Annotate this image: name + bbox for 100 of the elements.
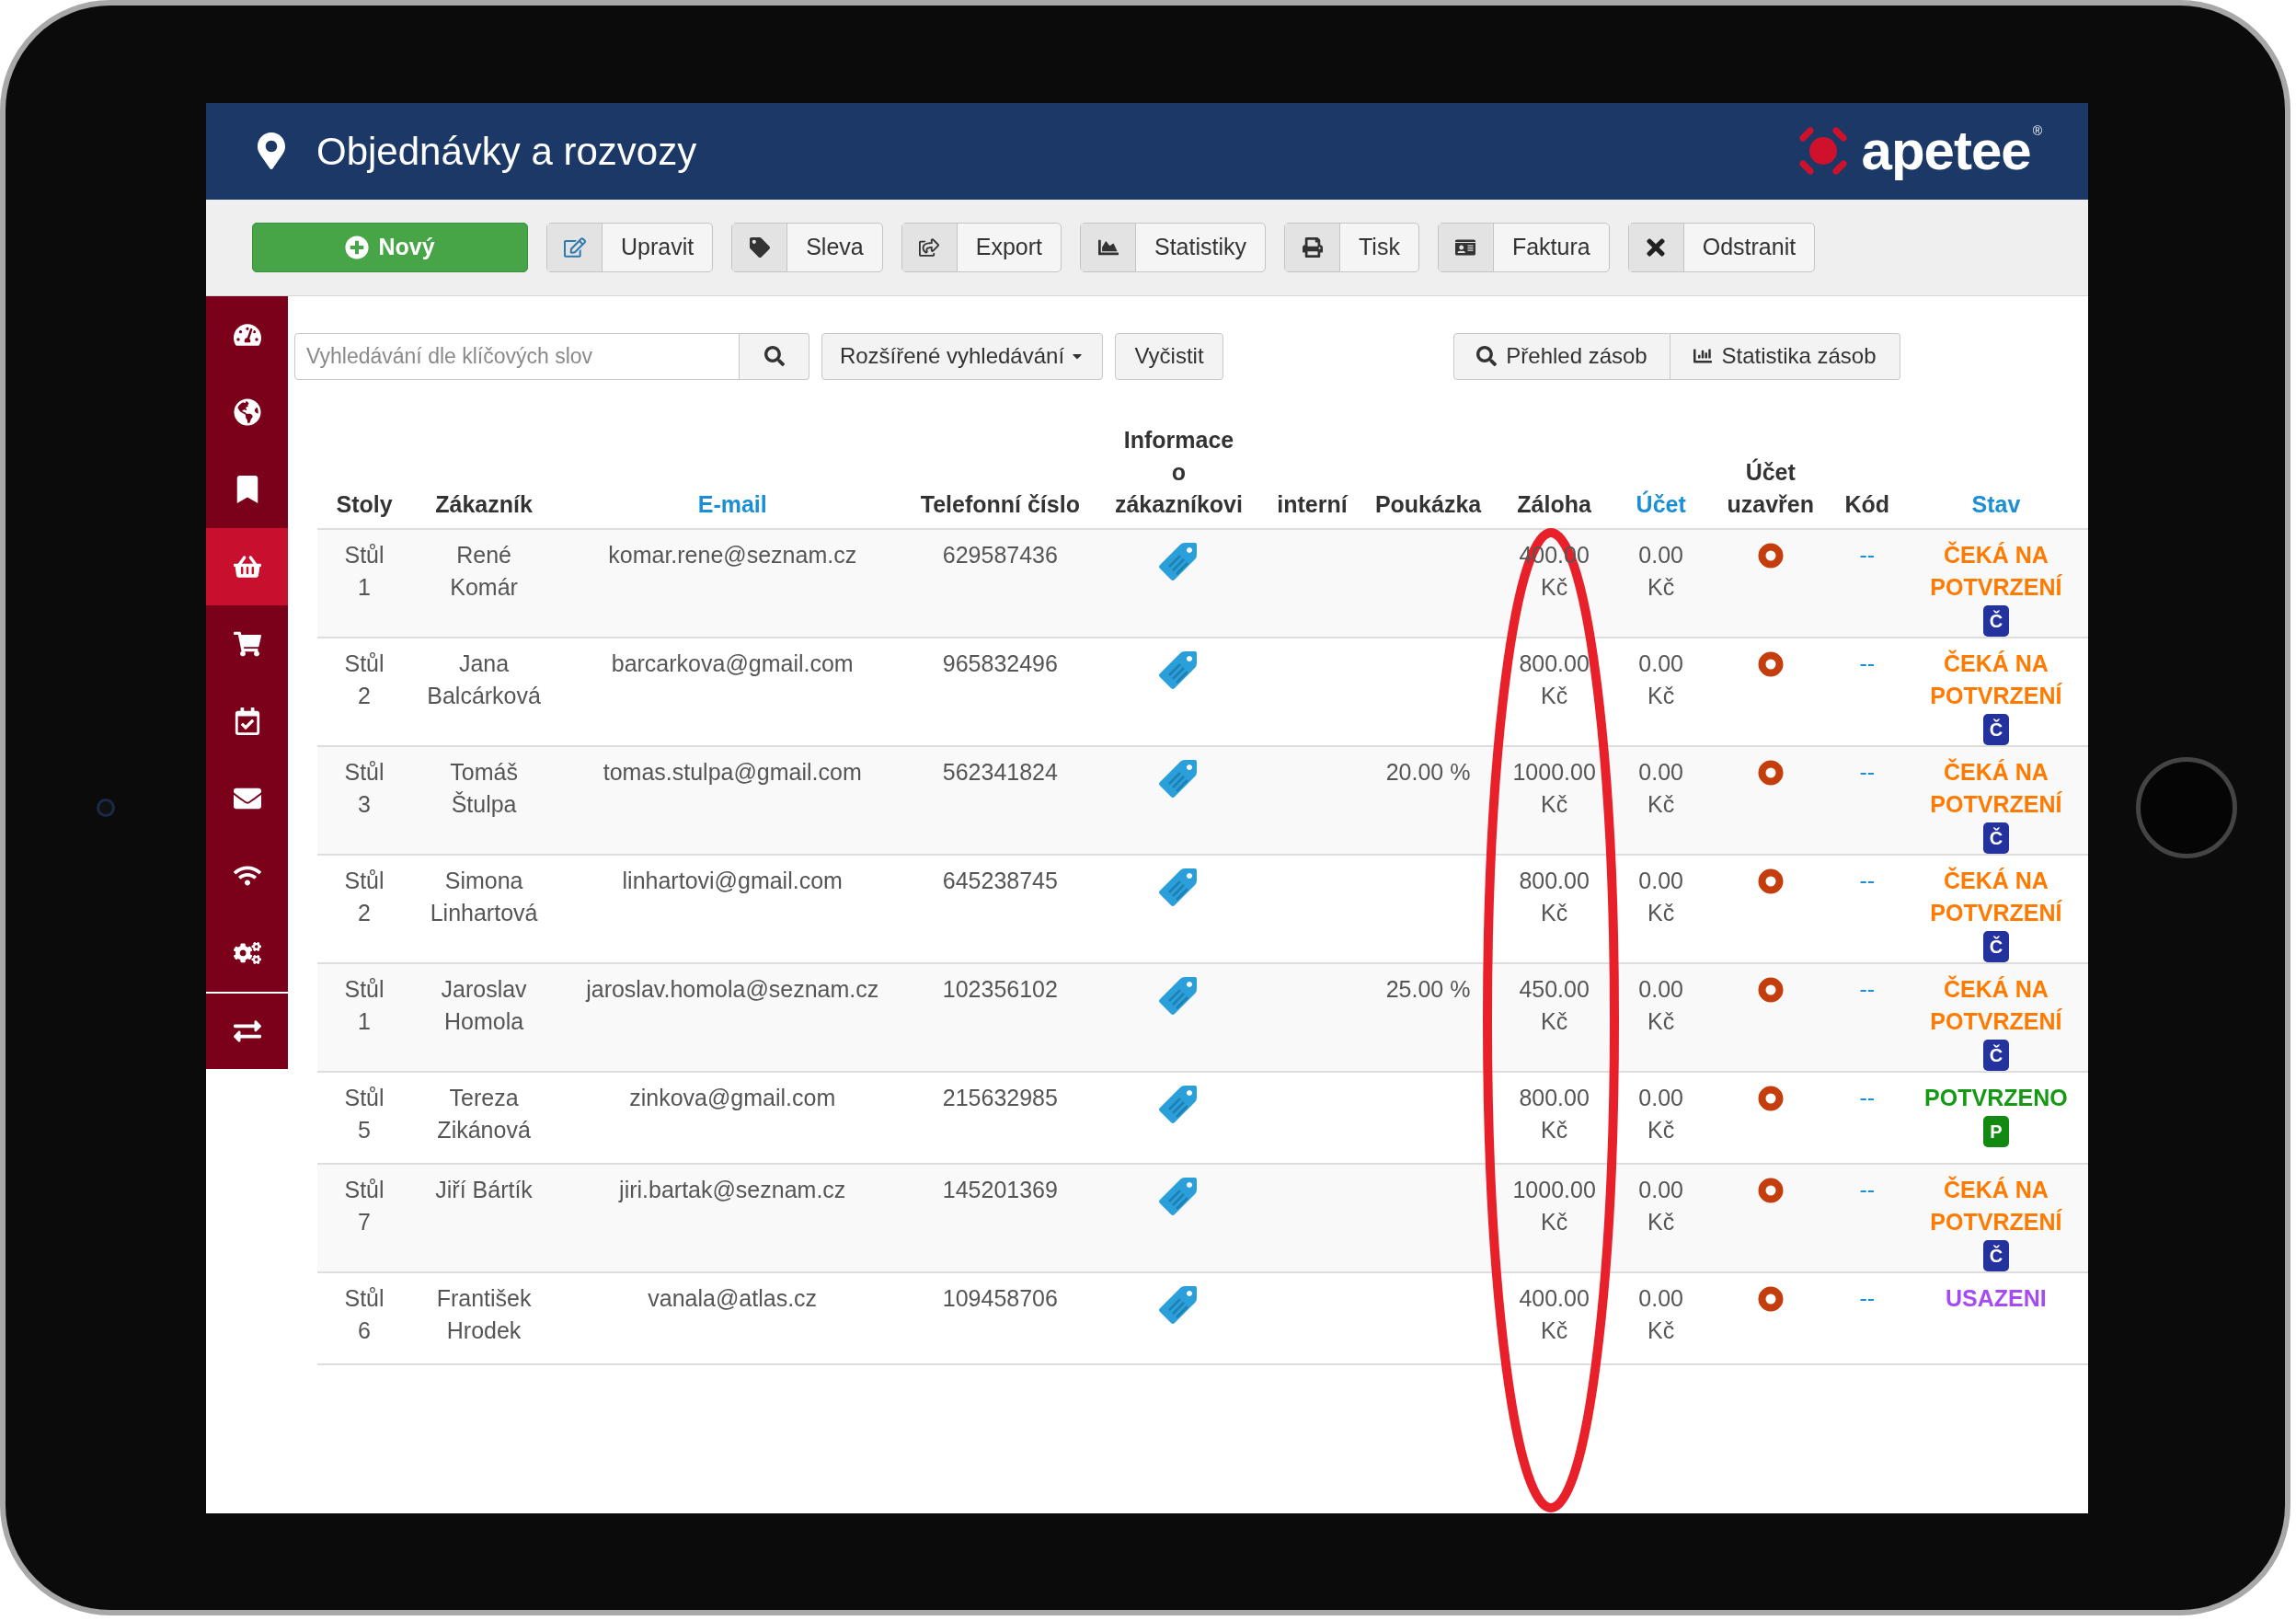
column-header: Kód xyxy=(1844,490,1890,517)
table-cell-text: Stůl 7 xyxy=(343,1175,385,1236)
search-icon xyxy=(1476,346,1498,366)
toolbar-button[interactable]: Export xyxy=(901,222,1062,272)
record-icon xyxy=(1757,868,1784,894)
record-icon xyxy=(1757,976,1784,1003)
search-button[interactable] xyxy=(740,332,809,380)
table-cell: 109458706 xyxy=(942,1284,1058,1311)
table-cell: -- xyxy=(1859,541,1876,568)
column-header: Účet uzavřen xyxy=(1727,458,1814,517)
table-cell: 629587436 xyxy=(942,541,1058,568)
page-title: Objednávky a rozvozy xyxy=(316,128,697,175)
location-pin-icon xyxy=(258,132,285,169)
status-badge: Č xyxy=(1982,604,2009,637)
column-header: interní xyxy=(1277,490,1348,517)
advanced-search-button[interactable]: Rozšířené vyhledávání xyxy=(821,332,1103,380)
record-icon xyxy=(1757,1085,1784,1111)
table-cell-text: 800.00 Kč xyxy=(1518,1083,1590,1144)
table-cell: jiri.bartak@seznam.cz xyxy=(619,1176,846,1202)
table-cell: Jana Balcárková xyxy=(427,650,541,708)
table-cell: vanala@atlas.cz xyxy=(648,1284,818,1311)
table-cell: 102356102 xyxy=(942,975,1058,1002)
table-cell-text: Stůl 3 xyxy=(343,757,385,819)
toolbar-button[interactable]: Sleva xyxy=(731,222,883,272)
table-cell-text: 0.00 Kč xyxy=(1637,540,1684,602)
status-label: USAZENI xyxy=(1946,1283,2047,1313)
table-cell-text: 450.00 Kč xyxy=(1518,974,1590,1036)
table-cell: tomas.stulpa@gmail.com xyxy=(603,758,862,785)
id-card-icon xyxy=(1455,236,1476,258)
record-icon xyxy=(1757,542,1784,569)
table-cell-text: Stůl 1 xyxy=(343,540,385,602)
table-cell-text: Stůl 2 xyxy=(343,866,385,927)
table-cell-text: 0.00 Kč xyxy=(1637,1283,1684,1345)
status-label: ČEKÁ NA POTVRZENÍ xyxy=(1929,974,2063,1036)
table-cell: jaroslav.homola@seznam.cz xyxy=(586,975,879,1002)
table-cell: -- xyxy=(1859,867,1876,893)
edit-icon xyxy=(563,236,586,259)
search-icon xyxy=(763,346,785,366)
table-cell: linhartovi@gmail.com xyxy=(622,867,843,893)
column-header[interactable]: E-mail xyxy=(697,490,767,517)
table-cell-text: Stůl 5 xyxy=(343,1083,385,1144)
stock-statistics-button[interactable]: Statistika zásob xyxy=(1670,332,1900,380)
table-cell-text: 0.00 Kč xyxy=(1637,1175,1684,1236)
toolbar-button[interactable]: Tisk xyxy=(1284,222,1419,272)
table-cell-text: 0.00 Kč xyxy=(1637,649,1684,710)
table-cell: -- xyxy=(1859,650,1876,676)
table-cell-text: 1000.00 Kč xyxy=(1511,757,1597,819)
stock-overview-button[interactable]: Přehled zásob xyxy=(1453,332,1670,380)
status-badge: Č xyxy=(1982,1239,2009,1271)
table-cell: Tereza Zikánová xyxy=(437,1084,531,1143)
table-cell: 965832496 xyxy=(942,650,1058,676)
table-cell-text: 1000.00 Kč xyxy=(1511,1175,1597,1236)
status-label: ČEKÁ NA POTVRZENÍ xyxy=(1929,540,2063,602)
column-header: Poukázka xyxy=(1374,490,1482,517)
table-cell-text: 800.00 Kč xyxy=(1518,866,1590,927)
record-icon xyxy=(1757,1285,1784,1312)
status-label: ČEKÁ NA POTVRZENÍ xyxy=(1929,757,2063,819)
table-cell-text: Stůl 6 xyxy=(343,1283,385,1345)
table-cell: -- xyxy=(1859,1084,1876,1110)
cart-icon xyxy=(233,629,261,658)
table-cell: Jaroslav Homola xyxy=(441,975,527,1034)
print-icon xyxy=(1302,236,1323,258)
table-cell-text: Stůl 2 xyxy=(343,649,385,710)
column-header[interactable]: Stav xyxy=(1971,490,2021,517)
table-cell: -- xyxy=(1859,1176,1876,1202)
toolbar-button[interactable]: Odstranit xyxy=(1627,222,1816,272)
record-icon xyxy=(1757,759,1784,786)
logo-text: apetee xyxy=(1861,123,2031,178)
record-icon xyxy=(1757,1177,1784,1203)
status-badge: P xyxy=(1982,1115,2009,1147)
table-cell: František Hrodek xyxy=(436,1284,532,1343)
sidebar-item[interactable] xyxy=(206,527,288,605)
share-icon xyxy=(919,236,940,258)
bar-chart-icon xyxy=(1693,347,1713,365)
toolbar-button[interactable]: Upravit xyxy=(546,222,714,272)
clear-button[interactable]: Vyčistit xyxy=(1115,332,1223,380)
toolbar-button[interactable]: Faktura xyxy=(1437,222,1610,272)
calendar-check-icon xyxy=(233,707,261,735)
column-header[interactable]: Účet xyxy=(1636,490,1686,517)
status-label: ČEKÁ NA POTVRZENÍ xyxy=(1929,1175,2063,1236)
column-header: Zákazník xyxy=(435,490,533,517)
table-cell-text: 0.00 Kč xyxy=(1637,1083,1684,1144)
table-cell-text: Stůl 1 xyxy=(343,974,385,1036)
table-cell-text: 800.00 Kč xyxy=(1518,649,1590,710)
status-badge: Č xyxy=(1982,930,2009,962)
table-cell: Tomáš Štulpa xyxy=(450,758,518,817)
table-cell: -- xyxy=(1859,758,1876,785)
table-cell-text: 0.00 Kč xyxy=(1637,974,1684,1036)
table-cell: -- xyxy=(1859,975,1876,1002)
column-header: Telefonní číslo xyxy=(920,490,1080,517)
globe-icon xyxy=(233,397,261,426)
search-field[interactable]: Vyhledávání dle klíčových slov xyxy=(294,332,740,380)
table-cell: 645238745 xyxy=(942,867,1058,893)
status-badge: Č xyxy=(1982,1039,2009,1071)
table-cell-text: 0.00 Kč xyxy=(1637,757,1684,819)
table-cell: zinkova@gmail.com xyxy=(629,1084,836,1110)
table-cell: René Komár xyxy=(450,541,518,600)
table-cell-text: 0.00 Kč xyxy=(1637,866,1684,927)
table-cell-text: 400.00 Kč xyxy=(1518,1283,1590,1345)
toolbar-button[interactable]: Statistiky xyxy=(1080,222,1267,272)
